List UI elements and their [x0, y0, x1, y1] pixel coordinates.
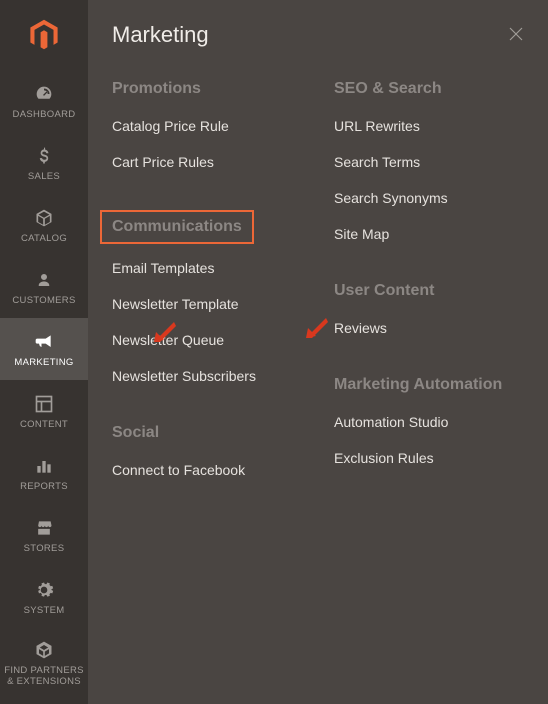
magento-logo-icon — [27, 18, 61, 52]
section-promotions: Promotions Catalog Price Rule Cart Price… — [112, 80, 302, 170]
nav-label: CATALOG — [21, 234, 67, 245]
nav-label: CUSTOMERS — [12, 296, 75, 307]
link-reviews[interactable]: Reviews — [334, 320, 524, 336]
nav-label: DASHBOARD — [13, 110, 76, 121]
link-newsletter-subscribers[interactable]: Newsletter Subscribers — [112, 368, 302, 384]
close-icon — [507, 25, 525, 43]
nav-label: MARKETING — [14, 358, 73, 369]
section-marketing-automation: Marketing Automation Automation Studio E… — [334, 376, 524, 466]
flyout-columns: Promotions Catalog Price Rule Cart Price… — [112, 80, 524, 518]
person-icon — [35, 268, 53, 292]
close-button[interactable] — [504, 22, 528, 46]
store-icon — [33, 516, 55, 540]
marketing-flyout: Marketing Promotions Catalog Price Rule … — [88, 0, 548, 704]
layout-icon — [34, 392, 54, 416]
gear-icon — [34, 578, 54, 602]
section-seo: SEO & Search URL Rewrites Search Terms S… — [334, 80, 524, 242]
nav-label: STORES — [24, 544, 65, 555]
flyout-title: Marketing — [112, 22, 524, 48]
nav-marketing[interactable]: MARKETING — [0, 318, 88, 380]
section-heading: SEO & Search — [334, 80, 442, 98]
nav-dashboard[interactable]: DASHBOARD — [0, 70, 88, 132]
link-search-synonyms[interactable]: Search Synonyms — [334, 190, 524, 206]
link-newsletter-template[interactable]: Newsletter Template — [112, 296, 302, 312]
flyout-left-column: Promotions Catalog Price Rule Cart Price… — [112, 80, 302, 518]
link-newsletter-queue[interactable]: Newsletter Queue — [112, 332, 302, 348]
link-cart-price-rules[interactable]: Cart Price Rules — [112, 154, 302, 170]
link-site-map[interactable]: Site Map — [334, 226, 524, 242]
puzzle-icon — [34, 638, 54, 662]
nav-label: SALES — [28, 172, 60, 183]
nav-label: CONTENT — [20, 420, 68, 431]
section-heading: Marketing Automation — [334, 376, 502, 394]
nav-label: SYSTEM — [24, 606, 65, 617]
nav-partners[interactable]: FIND PARTNERS & EXTENSIONS — [0, 628, 88, 698]
nav-content[interactable]: CONTENT — [0, 380, 88, 442]
link-exclusion-rules[interactable]: Exclusion Rules — [334, 450, 524, 466]
nav-stores[interactable]: STORES — [0, 504, 88, 566]
section-heading: Social — [112, 424, 159, 442]
section-heading: User Content — [334, 282, 434, 300]
section-heading: Promotions — [112, 80, 201, 98]
dollar-icon — [34, 144, 54, 168]
box-icon — [34, 206, 54, 230]
megaphone-icon — [33, 330, 55, 354]
section-communications: Communications Email Templates Newslette… — [112, 210, 302, 384]
nav-catalog[interactable]: CATALOG — [0, 194, 88, 256]
admin-sidebar: DASHBOARD SALES CATALOG CUSTOMERS MARKET… — [0, 0, 88, 704]
link-connect-facebook[interactable]: Connect to Facebook — [112, 462, 302, 478]
bar-chart-icon — [34, 454, 54, 478]
nav-system[interactable]: SYSTEM — [0, 566, 88, 628]
magento-logo[interactable] — [0, 0, 88, 70]
link-catalog-price-rule[interactable]: Catalog Price Rule — [112, 118, 302, 134]
dashboard-icon — [33, 82, 55, 106]
link-search-terms[interactable]: Search Terms — [334, 154, 524, 170]
nav-reports[interactable]: REPORTS — [0, 442, 88, 504]
link-url-rewrites[interactable]: URL Rewrites — [334, 118, 524, 134]
nav-sales[interactable]: SALES — [0, 132, 88, 194]
section-user-content: User Content Reviews — [334, 282, 524, 336]
flyout-right-column: SEO & Search URL Rewrites Search Terms S… — [334, 80, 524, 518]
link-automation-studio[interactable]: Automation Studio — [334, 414, 524, 430]
nav-label: FIND PARTNERS & EXTENSIONS — [2, 666, 86, 688]
nav-customers[interactable]: CUSTOMERS — [0, 256, 88, 318]
link-email-templates[interactable]: Email Templates — [112, 260, 302, 276]
nav-label: REPORTS — [20, 482, 68, 493]
section-social: Social Connect to Facebook — [112, 424, 302, 478]
section-heading-highlighted: Communications — [100, 210, 254, 244]
